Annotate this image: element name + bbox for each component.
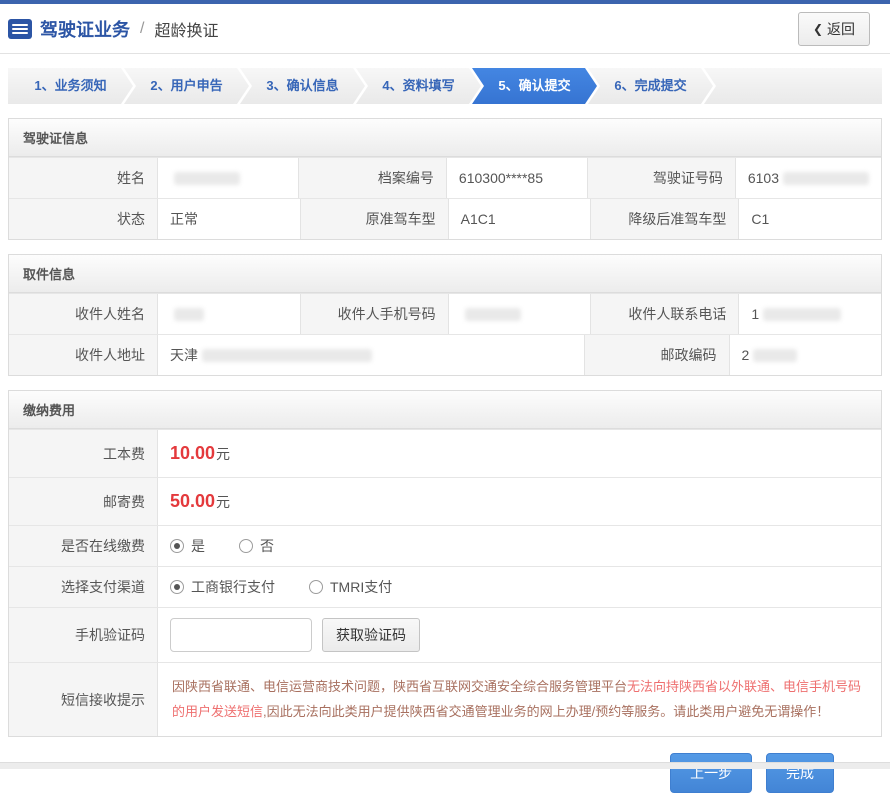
online-payment-options: 是 否: [157, 526, 881, 566]
redacted-value: [753, 348, 798, 362]
recipient-name-label: 收件人姓名: [9, 294, 157, 334]
table-row: 状态 正常 原准驾车型 A1C1 降级后准驾车型 C1: [9, 198, 882, 239]
channel-tmri-option[interactable]: TMRI支付: [309, 577, 392, 597]
recipient-mobile-label: 收件人手机号码: [299, 294, 448, 334]
finish-button[interactable]: 完成: [766, 753, 834, 793]
get-sms-code-button[interactable]: 获取验证码: [322, 618, 420, 652]
downgraded-class-label: 降级后准驾车型: [590, 199, 739, 239]
payment-channel-label: 选择支付渠道: [9, 567, 157, 607]
payment-channel-options: 工商银行支付 TMRI支付: [157, 567, 881, 607]
payment-fee-section: 缴纳费用 工本费 10.00 元 邮寄费 50.00 元 是否在线缴费 是 否 …: [8, 390, 882, 738]
breadcrumb-separator: /: [140, 19, 145, 37]
redacted-value: [464, 307, 521, 321]
recipient-phone-value: 1: [738, 294, 882, 334]
postage-fee-unit: 元: [216, 493, 231, 510]
pickup-info-section: 取件信息 收件人姓名 收件人手机号码 收件人联系电话 1 收件人地址 天津 邮政…: [8, 254, 882, 376]
notice-part2: ,因此无法向此类用户提供陕西省交通管理业务的网上办理/预约等服务。请此类用户避免…: [263, 703, 830, 719]
table-row: 收件人姓名 收件人手机号码 收件人联系电话 1: [9, 293, 882, 334]
table-row: 是否在线缴费 是 否: [9, 525, 881, 566]
page-header: 驾驶证业务 / 超龄换证 ❮ 返回: [0, 4, 890, 54]
step-3-confirm-info[interactable]: 3、确认信息: [240, 68, 365, 104]
table-row: 选择支付渠道 工商银行支付 TMRI支付: [9, 566, 881, 607]
step-bar-filler: [704, 68, 882, 104]
online-payment-label: 是否在线缴费: [9, 526, 157, 566]
file-number-value: 610300****85: [445, 158, 587, 198]
recipient-name-value: [157, 294, 300, 334]
sms-code-cell: 获取验证码: [157, 608, 881, 662]
redacted-value: [174, 307, 204, 321]
file-number-label: 档案编号: [297, 158, 446, 198]
postage-fee-value: 50.00 元: [157, 478, 881, 525]
production-fee-amount: 10.00: [170, 443, 216, 463]
license-number-label: 驾驶证号码: [586, 158, 735, 198]
production-fee-label: 工本费: [9, 430, 157, 477]
license-section-title: 驾驶证信息: [9, 119, 881, 157]
redacted-value: [202, 348, 372, 362]
recipient-address-label: 收件人地址: [9, 335, 157, 375]
postage-fee-label: 邮寄费: [9, 478, 157, 525]
step-1-notice[interactable]: 1、业务须知: [8, 68, 133, 104]
status-label: 状态: [9, 199, 157, 239]
online-payment-yes-label: 是: [191, 538, 205, 554]
back-button-label: 返回: [827, 20, 855, 37]
online-payment-yes-option[interactable]: 是: [170, 536, 205, 556]
table-row: 姓名 档案编号 610300****85 驾驶证号码 6103: [9, 157, 881, 198]
pickup-section-title: 取件信息: [9, 255, 881, 293]
breadcrumb: 驾驶证业务 / 超龄换证: [8, 16, 218, 42]
recipient-phone-label: 收件人联系电话: [590, 294, 739, 334]
status-value: 正常: [157, 199, 300, 239]
table-row: 手机验证码 获取验证码: [9, 607, 881, 662]
step-6-finish-submit[interactable]: 6、完成提交: [588, 68, 713, 104]
table-row: 邮寄费 50.00 元: [9, 477, 881, 525]
recipient-mobile-value: [447, 294, 591, 334]
footer-actions: 上一步 完成: [8, 753, 882, 793]
name-label: 姓名: [9, 158, 157, 198]
page-subtitle: 超龄换证: [154, 22, 219, 40]
recipient-address-value: 天津: [157, 335, 584, 375]
table-row: 收件人地址 天津 邮政编码 2: [9, 334, 881, 375]
redacted-value: [783, 171, 869, 185]
channel-tmri-label: TMRI支付: [330, 579, 393, 595]
redacted-value: [174, 171, 240, 185]
page-title: 驾驶证业务: [40, 19, 130, 40]
sms-notice-label: 短信接收提示: [9, 663, 157, 737]
bottom-strip: [0, 762, 890, 769]
notice-part1: 因陕西省联通、电信运营商技术问题，陕西省互联网交通安全综合服务管理平台: [172, 679, 628, 694]
channel-icbc-option[interactable]: 工商银行支付: [170, 577, 275, 597]
original-class-value: A1C1: [447, 199, 591, 239]
sms-code-label: 手机验证码: [9, 608, 157, 662]
online-payment-no-label: 否: [260, 538, 274, 554]
license-number-value: 6103: [734, 158, 881, 198]
license-info-section: 驾驶证信息 姓名 档案编号 610300****85 驾驶证号码 6103 状态…: [8, 118, 882, 240]
original-class-label: 原准驾车型: [299, 199, 448, 239]
redacted-value: [763, 307, 842, 321]
back-button[interactable]: ❮ 返回: [797, 11, 870, 46]
radio-checked-icon[interactable]: [170, 539, 184, 553]
step-wizard: 1、业务须知 2、用户申告 3、确认信息 4、资料填写 5、确认提交 6、完成提…: [8, 68, 882, 104]
sms-code-input[interactable]: [170, 618, 312, 652]
postal-code-value: 2: [728, 335, 881, 375]
table-row: 工本费 10.00 元: [9, 429, 881, 477]
radio-checked-icon[interactable]: [170, 580, 184, 594]
radio-unchecked-icon[interactable]: [239, 539, 253, 553]
list-icon: [8, 18, 32, 39]
step-4-fill-data[interactable]: 4、资料填写: [356, 68, 481, 104]
name-value: [157, 158, 298, 198]
postal-code-label: 邮政编码: [583, 335, 729, 375]
production-fee-value: 10.00 元: [157, 430, 881, 477]
step-2-declaration[interactable]: 2、用户申告: [124, 68, 249, 104]
step-5-confirm-submit[interactable]: 5、确认提交: [472, 68, 597, 104]
chevron-left-icon: ❮: [812, 21, 823, 36]
table-row: 短信接收提示 因陕西省联通、电信运营商技术问题，陕西省互联网交通安全综合服务管理…: [9, 662, 881, 737]
online-payment-no-option[interactable]: 否: [239, 536, 274, 556]
channel-icbc-label: 工商银行支付: [191, 579, 275, 595]
sms-notice-text: 因陕西省联通、电信运营商技术问题，陕西省互联网交通安全综合服务管理平台无法向持陕…: [157, 663, 881, 737]
postage-fee-amount: 50.00: [170, 491, 216, 511]
downgraded-class-value: C1: [738, 199, 882, 239]
payment-section-title: 缴纳费用: [9, 391, 881, 429]
previous-step-button[interactable]: 上一步: [670, 753, 753, 793]
radio-unchecked-icon[interactable]: [309, 580, 323, 594]
production-fee-unit: 元: [216, 445, 231, 462]
